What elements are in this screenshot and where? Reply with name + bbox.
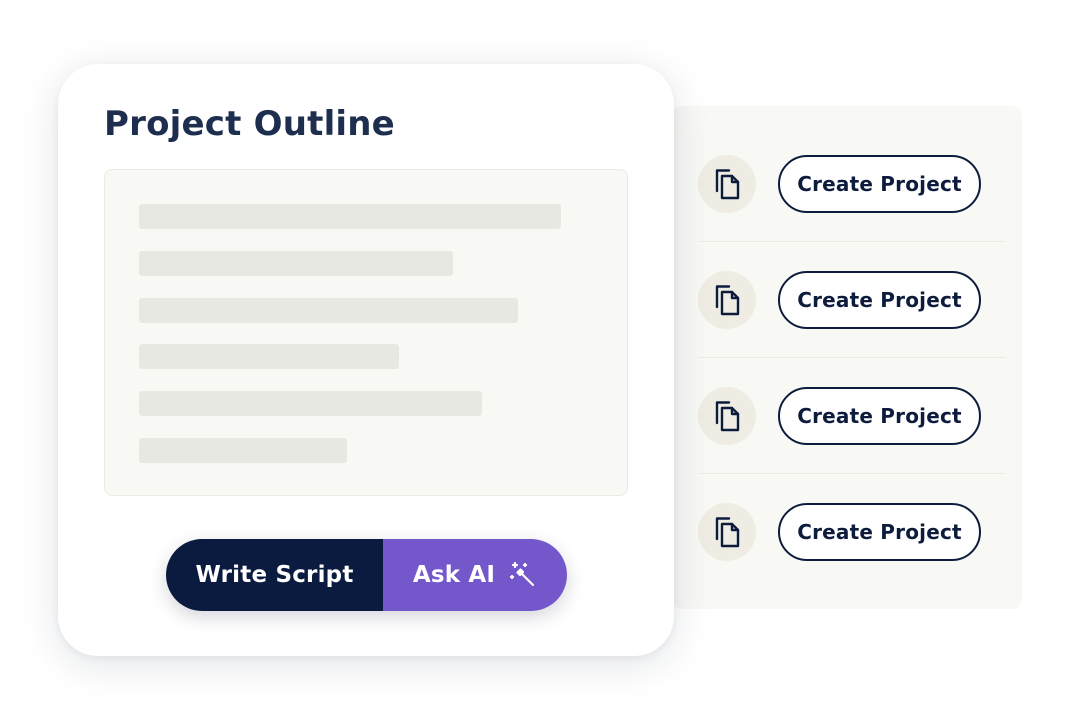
- action-row: Create Project: [698, 155, 1006, 242]
- outline-editor[interactable]: [104, 169, 628, 496]
- card-title: Project Outline: [104, 104, 395, 144]
- row-divider: [698, 241, 1006, 242]
- placeholder-line: [139, 391, 482, 416]
- action-row: Create Project: [698, 387, 1006, 474]
- document-copy-icon: [698, 155, 756, 213]
- ask-ai-label: Ask AI: [412, 562, 496, 588]
- document-copy-icon: [698, 503, 756, 561]
- row-divider: [698, 357, 1006, 358]
- create-project-button[interactable]: Create Project: [778, 271, 981, 329]
- placeholder-line: [139, 251, 453, 276]
- action-row: Create Project: [698, 271, 1006, 358]
- write-script-button[interactable]: Write Script: [166, 539, 383, 611]
- stage: Create Project Create Project Create Pro…: [0, 0, 1080, 720]
- magic-wand-icon: [509, 561, 537, 589]
- action-row: Create Project: [698, 503, 981, 561]
- create-project-button[interactable]: Create Project: [778, 503, 981, 561]
- placeholder-line: [139, 438, 347, 463]
- ask-ai-button[interactable]: Ask AI: [383, 539, 567, 611]
- document-copy-icon: [698, 271, 756, 329]
- placeholder-line: [139, 298, 518, 323]
- script-action-group: Write Script Ask AI: [166, 539, 567, 611]
- row-divider: [698, 473, 1006, 474]
- placeholder-line: [139, 344, 399, 369]
- document-copy-icon: [698, 387, 756, 445]
- placeholder-line: [139, 204, 561, 229]
- create-project-button[interactable]: Create Project: [778, 155, 981, 213]
- project-outline-card: Project Outline Write Script Ask AI: [58, 64, 674, 656]
- project-actions-panel: Create Project Create Project Create Pro…: [672, 106, 1022, 609]
- create-project-button[interactable]: Create Project: [778, 387, 981, 445]
